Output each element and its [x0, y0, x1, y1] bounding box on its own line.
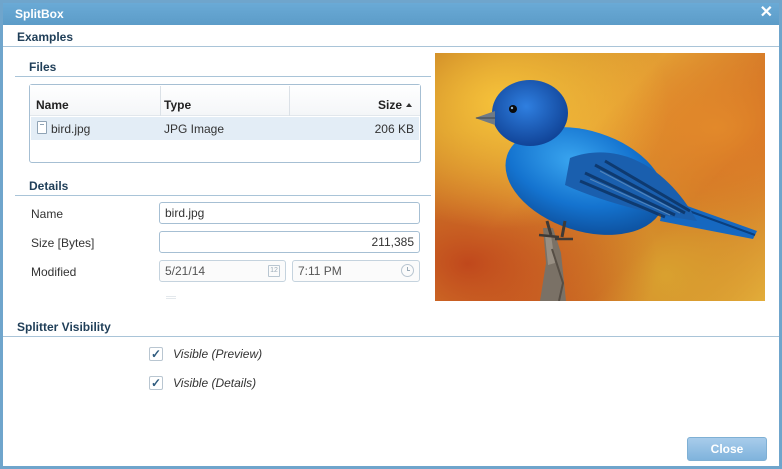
sort-ascending-icon — [406, 103, 412, 107]
visible-preview-checkbox[interactable]: ✓ — [149, 347, 163, 361]
bird-icon — [475, 80, 757, 301]
splitter-visibility-divider — [3, 336, 779, 337]
details-header: Details — [29, 179, 69, 193]
clock-icon[interactable] — [401, 264, 414, 277]
size-label: Size [Bytes] — [31, 236, 95, 250]
bird-preview-image — [435, 53, 765, 301]
column-header-size-label: Size — [377, 98, 402, 112]
files-header: Files — [29, 60, 57, 74]
file-icon — [37, 121, 47, 134]
column-separator[interactable] — [289, 86, 290, 116]
table-row[interactable]: bird.jpg JPG Image 206 KB — [31, 117, 419, 140]
modified-date-field[interactable]: 5/21/14 12 — [159, 260, 286, 282]
column-header-size[interactable]: Size — [378, 98, 412, 112]
column-header-type[interactable]: Type — [164, 98, 191, 112]
visible-details-label[interactable]: Visible (Details) — [173, 376, 256, 390]
modified-time-value: 7:11 PM — [298, 264, 342, 278]
column-header-name[interactable]: Name — [36, 98, 69, 112]
splitter-handle[interactable] — [166, 296, 176, 299]
calendar-icon[interactable]: 12 — [268, 265, 280, 277]
name-field[interactable]: bird.jpg — [159, 202, 420, 224]
examples-divider — [3, 46, 779, 47]
visible-details-checkbox[interactable]: ✓ — [149, 376, 163, 390]
modified-label: Modified — [31, 265, 77, 279]
modified-date-value: 5/21/14 — [165, 264, 206, 278]
visible-preview-label[interactable]: Visible (Preview) — [173, 347, 262, 361]
close-button[interactable]: Close — [687, 437, 767, 461]
details-divider — [15, 195, 431, 196]
row-name: bird.jpg — [51, 122, 91, 136]
window-title: SplitBox — [15, 7, 64, 21]
files-grid[interactable]: Name Type Size bird.jpg JPG Image 206 KB — [29, 84, 421, 163]
name-label: Name — [31, 207, 64, 221]
splitter-visibility-header: Splitter Visibility — [17, 320, 111, 334]
splitbox-window: SplitBox ✕ Examples Files Name Type Size… — [0, 0, 782, 469]
grid-header: Name Type Size — [30, 85, 420, 116]
column-separator[interactable] — [160, 86, 161, 116]
modified-time-field[interactable]: 7:11 PM — [292, 260, 420, 282]
row-type: JPG Image — [164, 122, 225, 136]
title-bar[interactable]: SplitBox ✕ — [3, 3, 779, 25]
close-icon[interactable]: ✕ — [760, 4, 773, 22]
examples-header: Examples — [17, 30, 74, 44]
files-divider — [15, 76, 431, 77]
size-field[interactable]: 211,385 — [159, 231, 420, 253]
row-size: 206 KB — [374, 122, 414, 136]
